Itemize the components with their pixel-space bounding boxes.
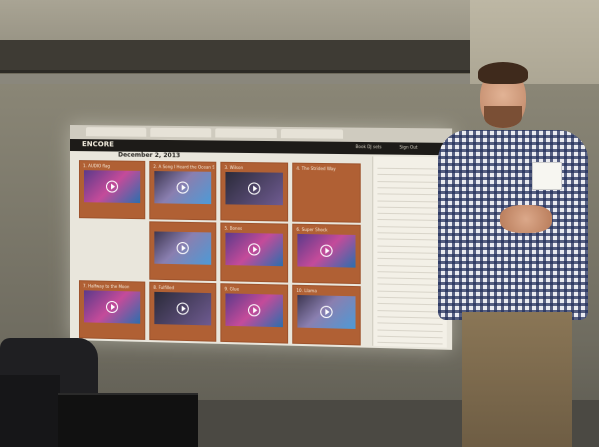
browser-tab xyxy=(280,128,344,139)
video-thumbnail xyxy=(297,294,356,329)
play-icon xyxy=(106,300,119,314)
browser-tab xyxy=(215,128,277,139)
date-heading: December 2, 2013 xyxy=(118,151,181,160)
video-card: 5. Bones xyxy=(221,223,288,282)
play-icon xyxy=(106,180,119,193)
play-icon xyxy=(320,305,333,319)
video-card-grid: 1. AUDIO flag 2. A Song I Heard the Ocea… xyxy=(79,161,364,346)
pants xyxy=(462,312,572,447)
video-card-title: 6. Super Shock xyxy=(296,226,328,233)
ceiling-pipe xyxy=(0,74,470,84)
nav-link-book-dj: Book DJ sets xyxy=(355,143,382,150)
play-icon xyxy=(320,244,333,257)
video-thumbnail xyxy=(154,291,212,326)
video-thumbnail xyxy=(83,170,141,204)
video-card-title: 5. Bones xyxy=(224,225,243,231)
presenter-beard xyxy=(484,106,522,128)
video-card: 7. Halfway to the Moon xyxy=(79,281,145,339)
play-icon xyxy=(247,182,261,195)
video-card-title: 3. Wilson xyxy=(224,164,244,171)
video-thumbnail xyxy=(225,232,283,267)
video-card: 1. AUDIO flag xyxy=(79,161,145,219)
video-card xyxy=(150,222,216,281)
presenter-hands xyxy=(500,205,552,233)
video-card: 4. The Strided Way xyxy=(293,163,360,222)
video-card-title: 10. Llama xyxy=(296,287,317,294)
presenter-hair xyxy=(478,62,528,84)
presenter xyxy=(430,50,599,447)
chair xyxy=(0,375,60,447)
scene: ENCORE Book DJ sets Sign Out December 2,… xyxy=(0,0,599,447)
video-thumbnail xyxy=(154,231,212,265)
video-card: 3. Wilson xyxy=(221,162,288,221)
video-card-title: 1. AUDIO flag xyxy=(82,163,110,169)
video-card-title: 8. Fulfilled xyxy=(153,284,175,291)
video-thumbnail xyxy=(154,171,212,205)
play-icon xyxy=(176,302,189,315)
browser-tab xyxy=(150,127,212,138)
play-icon xyxy=(176,181,189,194)
projected-screen: ENCORE Book DJ sets Sign Out December 2,… xyxy=(70,125,453,350)
play-icon xyxy=(176,241,189,255)
video-card-title: 9. Glue xyxy=(224,286,240,292)
play-icon xyxy=(247,304,261,317)
video-card: 8. Fulfilled xyxy=(150,282,216,341)
app-brand: ENCORE xyxy=(81,140,114,149)
video-thumbnail xyxy=(83,290,141,324)
video-card: 9. Glue xyxy=(221,284,288,343)
video-card-title: 4. The Strided Way xyxy=(296,165,336,172)
ceiling-beam xyxy=(0,40,470,73)
video-card: 6. Super Shock xyxy=(293,224,360,284)
browser-tab xyxy=(85,127,147,137)
play-icon xyxy=(247,243,261,256)
video-card: 2. A Song I Heard the Ocean Sing xyxy=(150,161,216,220)
video-card: 10. Llama xyxy=(293,285,360,345)
video-card-title: 2. A Song I Heard the Ocean Sing xyxy=(153,164,214,170)
nav-link-sign-out: Sign Out xyxy=(399,144,418,150)
equipment-case xyxy=(58,393,198,447)
name-badge xyxy=(532,162,562,190)
video-thumbnail xyxy=(225,293,283,328)
video-card-title: 7. Halfway to the Moon xyxy=(82,283,130,290)
video-thumbnail xyxy=(225,171,283,206)
video-thumbnail xyxy=(297,233,356,268)
